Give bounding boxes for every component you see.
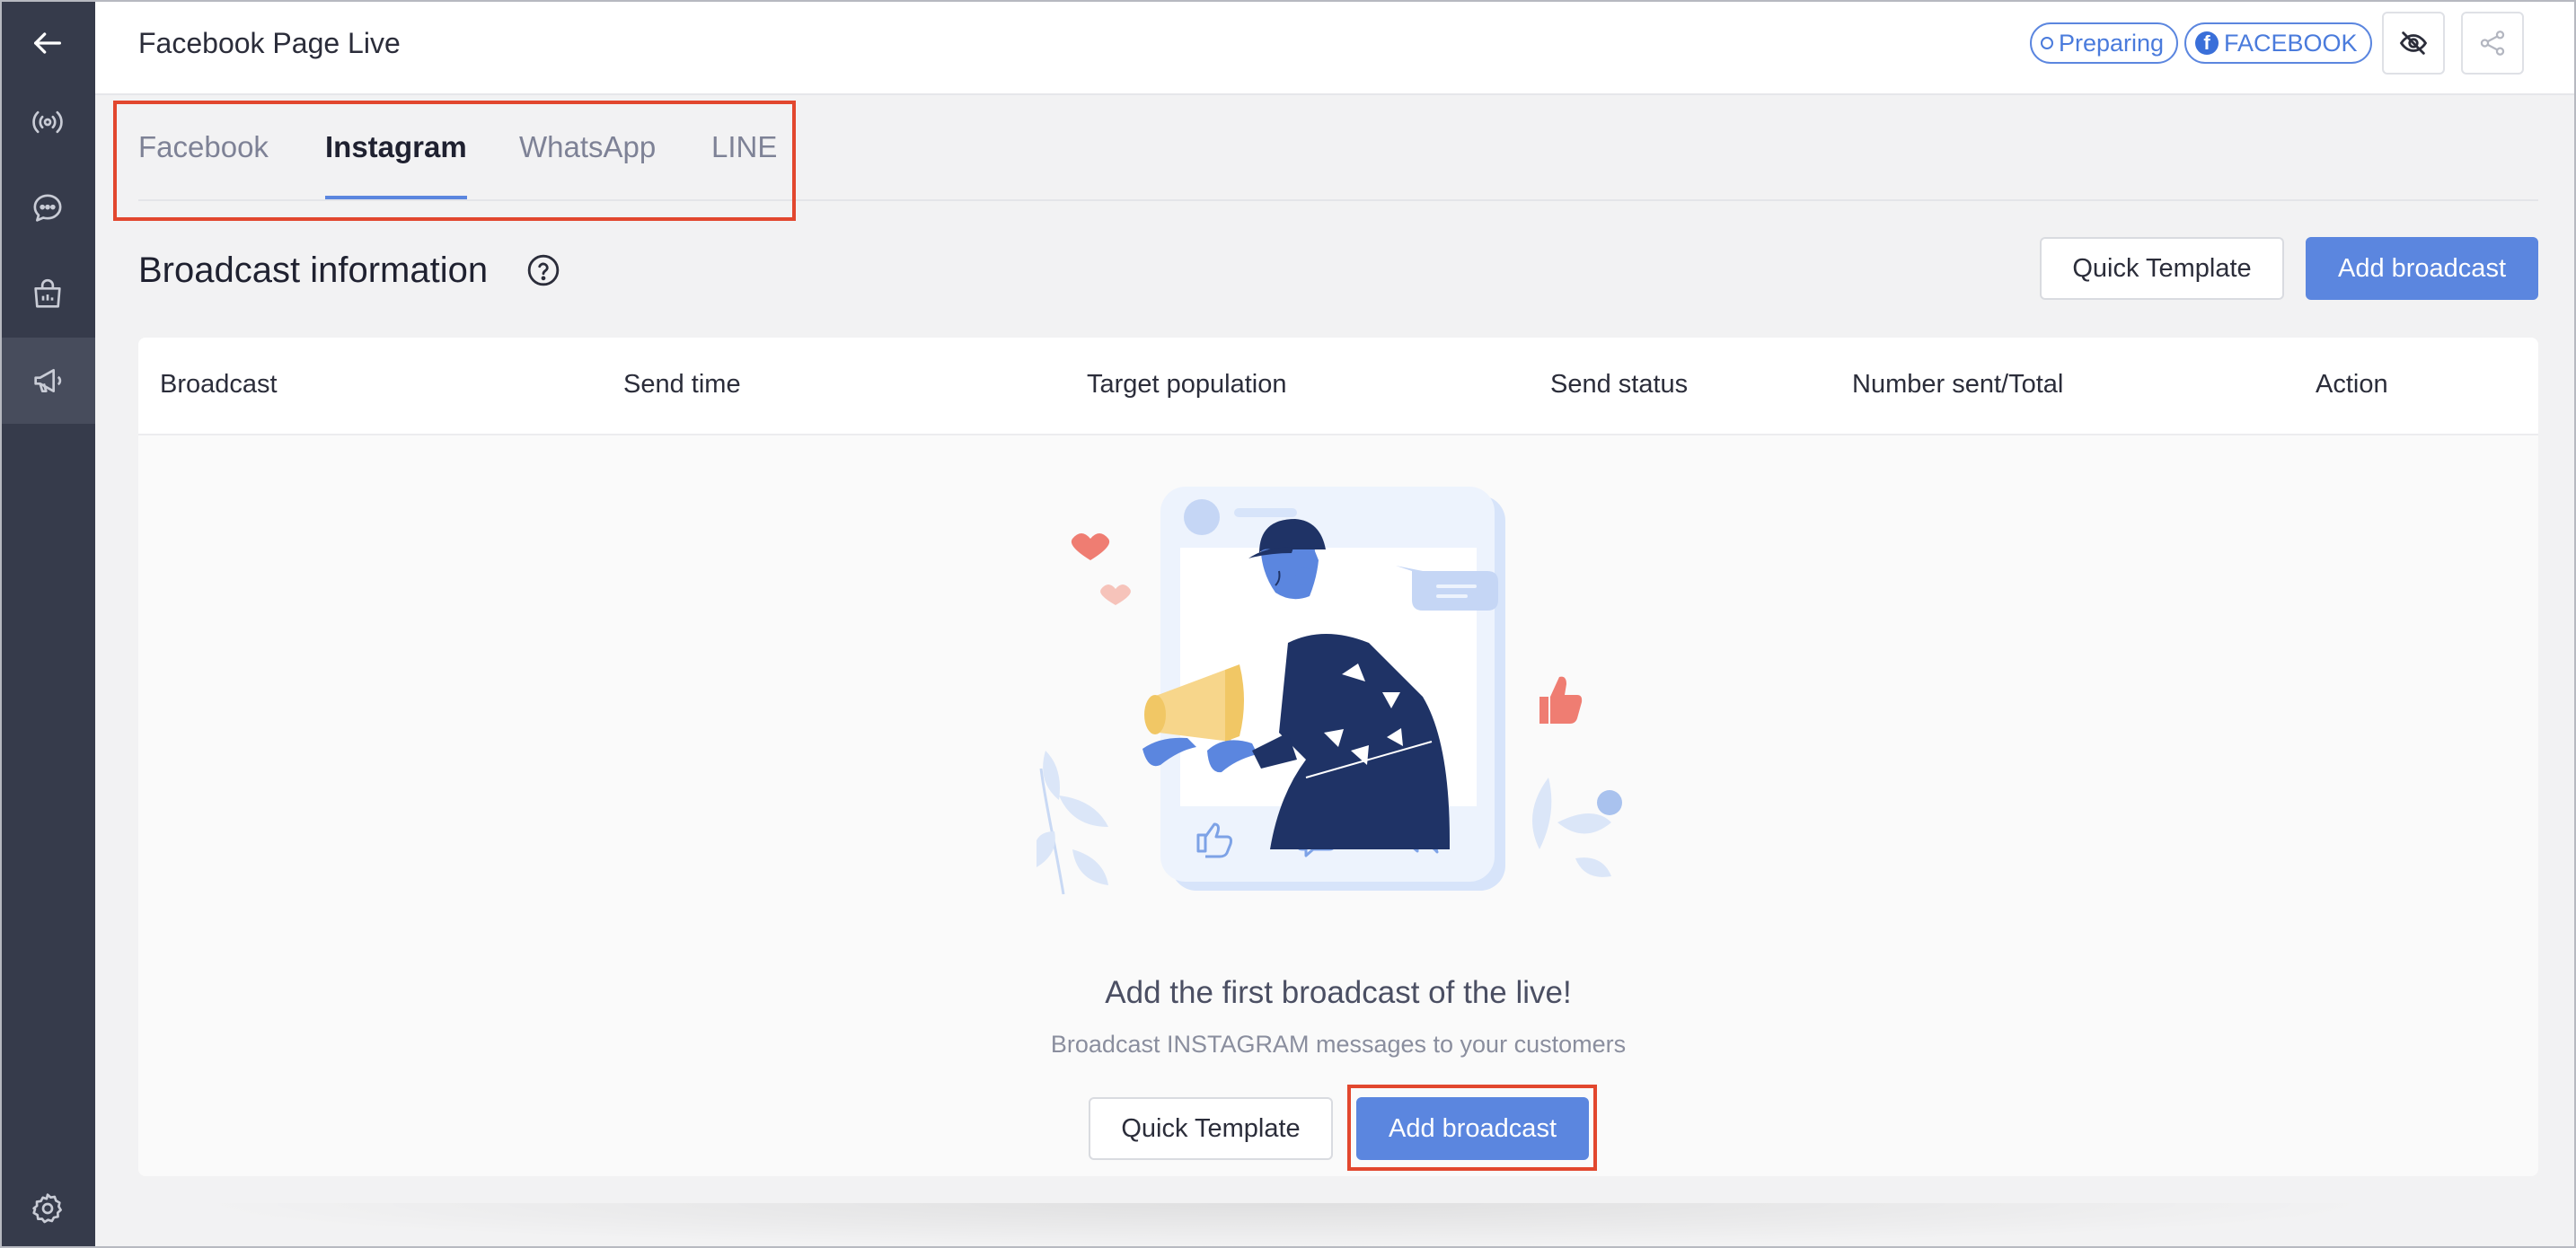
share-button[interactable] xyxy=(2461,12,2524,75)
megaphone-icon xyxy=(34,369,62,392)
empty-state-title: Add the first broadcast of the live! xyxy=(1105,975,1572,1010)
empty-add-broadcast-button[interactable]: Add broadcast xyxy=(1356,1097,1589,1160)
broadcast-table: Broadcast Send time Target population Se… xyxy=(138,338,2538,1176)
help-icon[interactable] xyxy=(526,253,560,287)
top-header: Facebook Page Live Preparing f FACEBOOK xyxy=(95,0,2576,95)
empty-quick-template-button[interactable]: Quick Template xyxy=(1089,1097,1333,1160)
sidebar xyxy=(0,0,95,1248)
status-dot-icon xyxy=(2041,37,2053,49)
page-title: Facebook Page Live xyxy=(138,27,401,59)
sidebar-item-settings[interactable] xyxy=(0,1169,95,1248)
tab-whatsapp[interactable]: WhatsApp xyxy=(519,126,656,201)
tab-facebook[interactable]: Facebook xyxy=(138,126,269,201)
empty-state-illustration xyxy=(1037,487,1622,894)
shopping-bag-icon xyxy=(34,278,61,308)
back-button[interactable] xyxy=(0,0,95,86)
eye-off-icon xyxy=(2399,31,2428,55)
column-header-number-sent: Number sent/Total xyxy=(1852,370,2064,399)
tabs-divider xyxy=(138,199,2538,201)
back-arrow-icon xyxy=(34,32,62,54)
toggle-visibility-button[interactable] xyxy=(2382,12,2445,75)
column-header-broadcast: Broadcast xyxy=(160,370,278,399)
share-icon xyxy=(2480,31,2505,56)
sidebar-item-chat[interactable] xyxy=(0,165,95,251)
status-badge-label: Preparing xyxy=(2059,29,2165,57)
live-broadcast-icon xyxy=(32,110,63,134)
footer-shadow xyxy=(180,1203,2389,1248)
table-header: Broadcast Send time Target population Se… xyxy=(138,338,2538,435)
status-badge: Preparing xyxy=(2030,22,2179,64)
settings-gear-icon xyxy=(32,1193,62,1224)
sidebar-item-broadcast[interactable] xyxy=(0,338,95,424)
quick-template-button[interactable]: Quick Template xyxy=(2040,237,2284,300)
empty-state-subtitle: Broadcast INSTAGRAM messages to your cus… xyxy=(1050,1031,1627,1058)
sidebar-item-live[interactable] xyxy=(0,79,95,165)
column-header-target-population: Target population xyxy=(1087,370,1287,399)
column-header-send-time: Send time xyxy=(623,370,741,399)
platform-badge: f FACEBOOK xyxy=(2184,22,2372,64)
column-header-send-status: Send status xyxy=(1550,370,1689,399)
section-title: Broadcast information xyxy=(138,250,489,290)
chat-bubble-icon xyxy=(33,194,62,222)
tab-line[interactable]: LINE xyxy=(711,126,777,201)
sidebar-item-shop[interactable] xyxy=(0,251,95,338)
add-broadcast-button[interactable]: Add broadcast xyxy=(2306,237,2538,300)
column-header-action: Action xyxy=(2316,370,2388,399)
tab-instagram[interactable]: Instagram xyxy=(325,126,467,201)
platform-badge-label: FACEBOOK xyxy=(2224,29,2358,57)
facebook-logo-icon: f xyxy=(2195,31,2219,55)
